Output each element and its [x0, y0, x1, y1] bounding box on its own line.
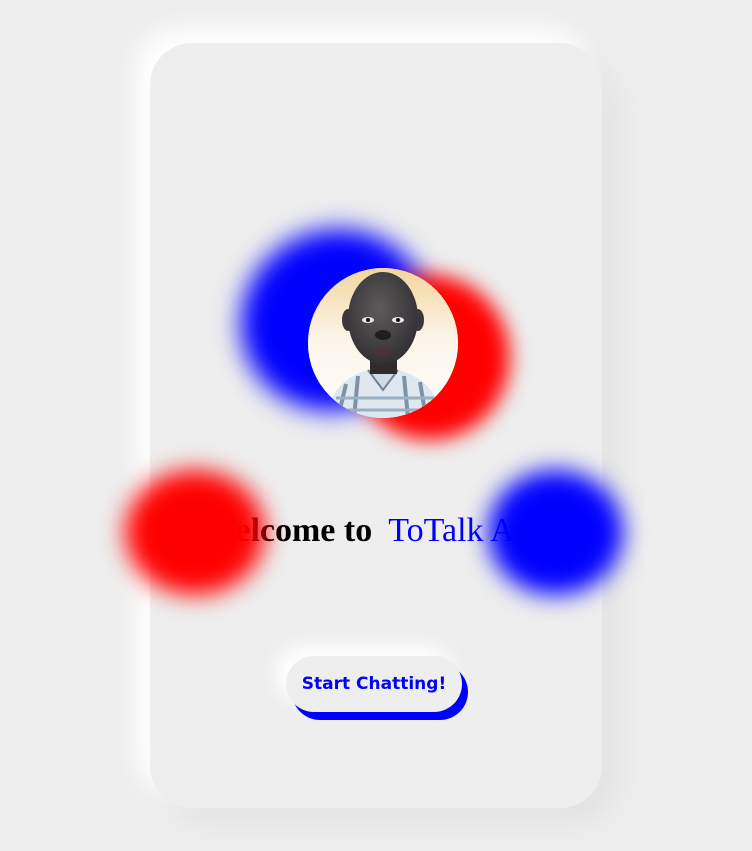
start-chatting-button[interactable]: Start Chatting! — [286, 656, 462, 712]
profile-photo-icon — [308, 268, 458, 418]
screen: Welcome to ToTalk App Start Chatting! — [0, 0, 752, 851]
red-glow-blob-left — [125, 470, 265, 595]
profile-avatar — [308, 268, 458, 418]
blue-glow-blob-right — [488, 470, 623, 595]
